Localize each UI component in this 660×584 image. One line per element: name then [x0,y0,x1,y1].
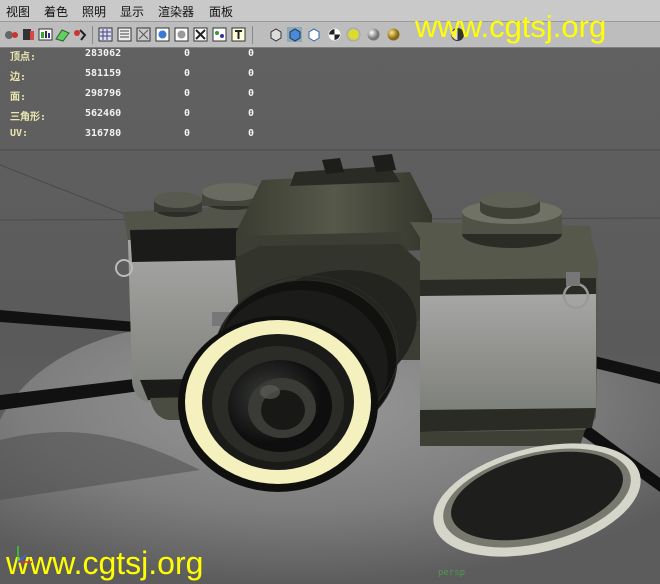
menu-show[interactable]: 显示 [120,3,144,20]
hud-row-faces: 面: 298796 0 0 [10,88,270,104]
sphere-icon[interactable] [366,27,381,42]
hud-row-uvs: UV: 316780 0 0 [10,128,270,144]
all-lights-icon[interactable] [386,27,401,42]
maya-window: 视图 着色 照明 显示 渲染器 面板 顶点: 283062 0 0 边: 581… [0,0,660,584]
xray-icon[interactable] [155,27,170,42]
menu-view[interactable]: 视图 [6,3,30,20]
hud-value: 0 [184,88,191,99]
menu-shading[interactable]: 着色 [44,3,68,20]
bounding-box-icon[interactable] [268,27,283,42]
hud-value: 298796 [85,88,122,99]
hud-label: 顶点: [10,52,37,63]
hud-value: 0 [184,48,191,59]
camera-attributes-icon[interactable] [4,27,19,42]
hud-value: 0 [184,108,191,119]
checker-icon[interactable] [327,27,342,42]
shaded-icon[interactable] [287,27,302,42]
wireframe-icon[interactable] [98,27,113,42]
camera-name-label: persp [438,568,466,578]
view-axis-icon [17,546,32,563]
film-gate-icon[interactable] [72,27,87,42]
watermark-top: www.cgtsj.org [415,9,607,44]
hud-value: 0 [248,108,255,119]
hud-row-triangles: 三角形: 562460 0 0 [10,108,270,124]
texture-icon[interactable] [193,27,208,42]
grid-icon[interactable] [55,27,70,42]
smooth-shade-icon[interactable] [117,27,132,42]
hud-value: 0 [184,68,191,79]
isolate-icon[interactable] [174,27,189,42]
hud-value: 0 [248,88,255,99]
hud-value: 283062 [85,48,122,59]
shade-selected-icon[interactable] [136,27,151,42]
hud-label: UV: [10,128,29,139]
text-icon[interactable] [231,27,246,42]
hud-label: 面: [10,92,27,103]
hud-value: 0 [184,128,191,139]
hud-value: 316780 [85,128,122,139]
hud-label: 边: [10,72,27,83]
cube-wire-icon[interactable] [306,27,321,42]
menu-lighting[interactable]: 照明 [82,3,106,20]
default-light-icon[interactable] [346,27,361,42]
hud-value: 0 [248,128,255,139]
menu-renderer[interactable]: 渲染器 [158,3,194,20]
bookmark-icon[interactable] [21,27,36,42]
menu-panels[interactable]: 面板 [209,3,233,20]
hud-row-edges: 边: 581159 0 0 [10,68,270,84]
display-lights-icon[interactable] [212,27,227,42]
hud-row-vertices: 顶点: 283062 0 0 [10,48,270,64]
hud-value: 562460 [85,108,122,119]
hud-label: 三角形: [10,112,47,123]
hud-value: 0 [248,48,255,59]
hud-value: 0 [248,68,255,79]
image-plane-icon[interactable] [38,27,53,42]
hud-value: 581159 [85,68,122,79]
